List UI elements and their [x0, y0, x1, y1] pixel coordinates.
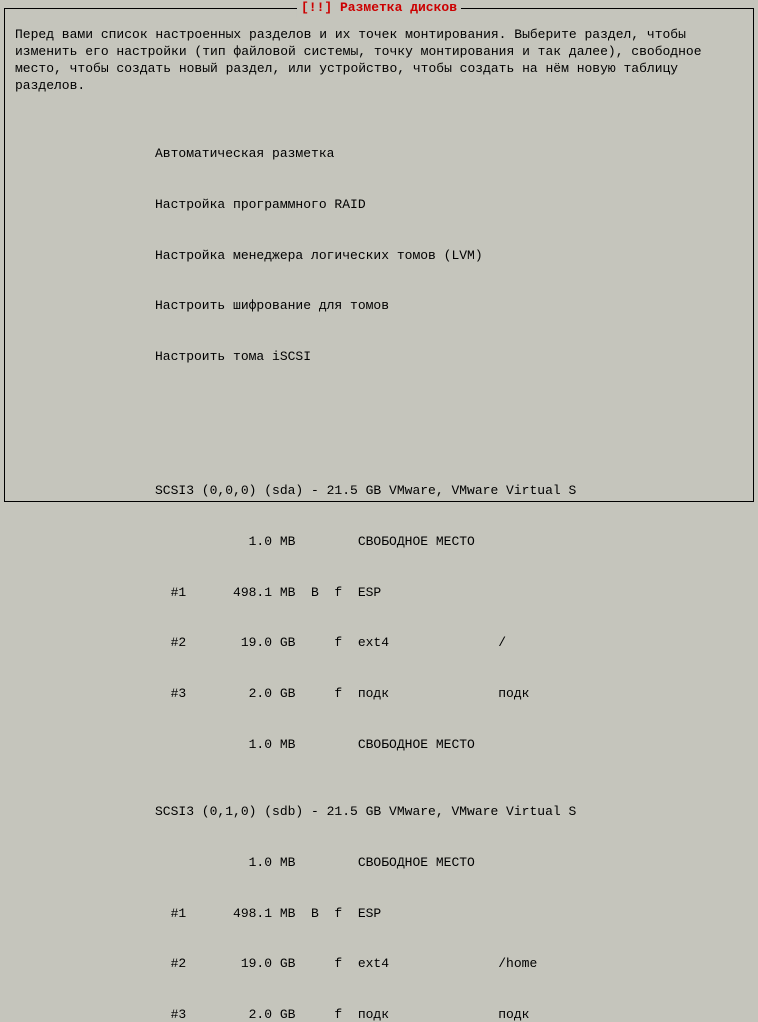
partition-row[interactable]: #3 2.0 GB f подк подк: [155, 686, 743, 703]
dialog-frame: [!!] Разметка дисков Перед вами список н…: [4, 8, 754, 502]
intro-text: Перед вами список настроенных разделов и…: [15, 27, 743, 95]
partition-row[interactable]: #3 2.0 GB f подк подк: [155, 1007, 743, 1022]
spacer: [155, 417, 743, 433]
menu-configure-encryption[interactable]: Настроить шифрование для томов: [155, 298, 743, 315]
partition-row[interactable]: #2 19.0 GB f ext4 /: [155, 635, 743, 652]
partition-row[interactable]: #1 498.1 MB B f ESP: [155, 906, 743, 923]
partition-row[interactable]: 1.0 MB СВОБОДНОЕ МЕСТО: [155, 737, 743, 754]
dialog-content: Перед вами список настроенных разделов и…: [5, 9, 753, 1022]
menu-configure-raid[interactable]: Настройка программного RAID: [155, 197, 743, 214]
menu-configure-iscsi[interactable]: Настроить тома iSCSI: [155, 349, 743, 366]
menu-configure-lvm[interactable]: Настройка менеджера логических томов (LV…: [155, 248, 743, 265]
menu-block: Автоматическая разметка Настройка програ…: [155, 113, 743, 1022]
dialog-title: [!!] Разметка дисков: [297, 0, 461, 17]
partition-row[interactable]: #1 498.1 MB B f ESP: [155, 585, 743, 602]
menu-auto-partition[interactable]: Автоматическая разметка: [155, 146, 743, 163]
partition-row[interactable]: 1.0 MB СВОБОДНОЕ МЕСТО: [155, 855, 743, 872]
disk-header-sdb[interactable]: SCSI3 (0,1,0) (sdb) - 21.5 GB VMware, VM…: [155, 804, 743, 821]
partition-row[interactable]: #2 19.0 GB f ext4 /home: [155, 956, 743, 973]
partition-row[interactable]: 1.0 MB СВОБОДНОЕ МЕСТО: [155, 534, 743, 551]
disk-header-sda[interactable]: SCSI3 (0,0,0) (sda) - 21.5 GB VMware, VM…: [155, 483, 743, 500]
